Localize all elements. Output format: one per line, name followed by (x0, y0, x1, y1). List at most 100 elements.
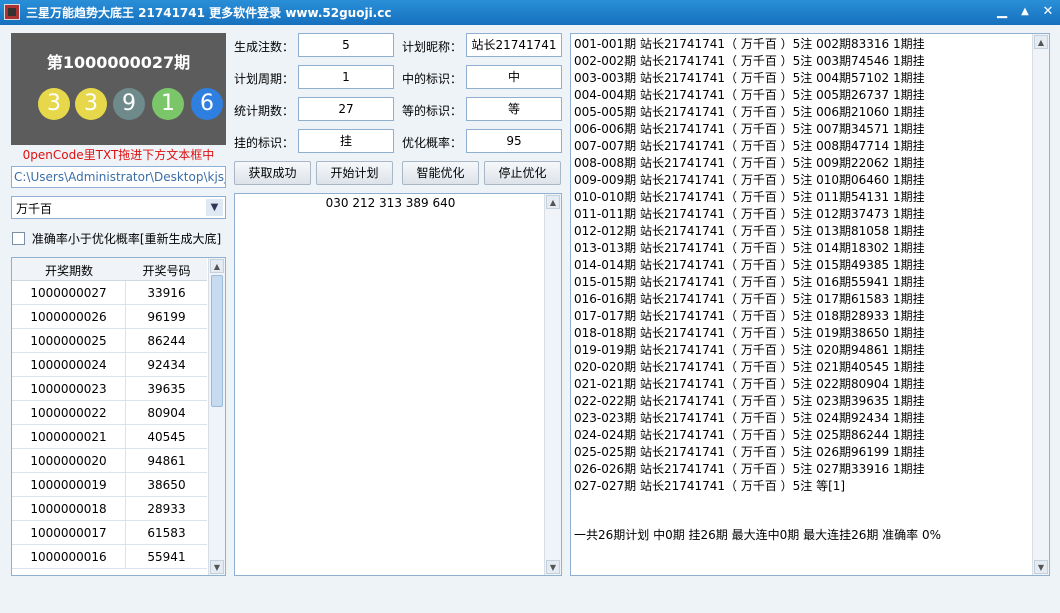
chevron-down-icon[interactable]: ▼ (206, 199, 223, 216)
draw-ball: 3 (38, 88, 70, 120)
row-number: 28933 (147, 502, 186, 516)
close-button[interactable]: ✕ (1039, 3, 1057, 21)
hit-mark-input[interactable]: 中 (466, 65, 562, 89)
plan-line: 004-004期 站长21741741（ 万千百 ）5注 005期26737 1… (574, 88, 925, 102)
plan-line: 018-018期 站长21741741（ 万千百 ）5注 019期38650 1… (574, 326, 925, 340)
row-period: 1000000017 (12, 521, 126, 545)
row-number: 33916 (147, 286, 186, 300)
miss-mark-input[interactable]: 挂 (298, 129, 394, 153)
plan-line: 019-019期 站长21741741（ 万千百 ）5注 020期94861 1… (574, 343, 925, 357)
plan-line: 005-005期 站长21741741（ 万千百 ）5注 006期21060 1… (574, 105, 925, 119)
stop-optimize-button[interactable]: 停止优化 (484, 161, 561, 185)
row-number: 40545 (147, 430, 186, 444)
row-period: 1000000026 (12, 305, 126, 329)
textarea-scrollbar[interactable]: ▲ ▼ (544, 194, 561, 575)
plan-line: 020-020期 站长21741741（ 万千百 ）5注 021期40545 1… (574, 360, 925, 374)
row-period: 1000000024 (12, 353, 126, 377)
row-period: 1000000027 (12, 281, 126, 305)
plan-line: 002-002期 站长21741741（ 万千百 ）5注 003期74546 1… (574, 54, 925, 68)
plan-line: 001-001期 站长21741741（ 万千百 ）5注 002期83316 1… (574, 37, 925, 51)
table-row[interactable]: 1000000026 96199 (12, 305, 207, 329)
plan-cycle-label: 计划周期： (234, 72, 295, 86)
table-row[interactable]: 1000000025 86244 (12, 329, 207, 353)
plan-line: 025-025期 站长21741741（ 万千百 ）5注 026期96199 1… (574, 445, 925, 459)
plan-cycle-input[interactable]: 1 (298, 65, 394, 89)
plan-line: 009-009期 站长21741741（ 万千百 ）5注 010期06460 1… (574, 173, 925, 187)
row-number: 92434 (147, 358, 186, 372)
table-row[interactable]: 1000000020 94861 (12, 449, 207, 473)
row-number: 86244 (147, 334, 186, 348)
gen-count-input[interactable]: 5 (298, 33, 394, 57)
plan-line: 014-014期 站长21741741（ 万千百 ）5注 015期49385 1… (574, 258, 925, 272)
column-header-period[interactable]: 开奖期数 (12, 262, 126, 279)
row-period: 1000000019 (12, 473, 126, 497)
draw-ball: 3 (75, 88, 107, 120)
scroll-down-icon[interactable]: ▼ (210, 560, 224, 574)
plan-line: 003-003期 站长21741741（ 万千百 ）5注 004期57102 1… (574, 71, 925, 85)
smart-optimize-button[interactable]: 智能优化 (402, 161, 479, 185)
start-plan-button[interactable]: 开始计划 (316, 161, 393, 185)
table-row[interactable]: 1000000016 55941 (12, 545, 207, 569)
row-number: 55941 (147, 550, 186, 564)
row-period: 1000000023 (12, 377, 126, 401)
title-bar: 三星万能趋势大底王 21741741 更多软件登录 www.52guoji.cc… (0, 0, 1060, 25)
file-path-field[interactable]: C:\Users\Administrator\Desktop\kjsj (11, 166, 226, 188)
minimize-button[interactable]: ▁ (993, 3, 1011, 21)
plan-results-textarea[interactable]: 001-001期 站长21741741（ 万千百 ）5注 002期83316 1… (570, 33, 1050, 576)
plan-line: 027-027期 站长21741741（ 万千百 ）5注 等[1] (574, 479, 846, 493)
scroll-up-icon[interactable]: ▲ (1034, 35, 1048, 49)
table-row[interactable]: 1000000023 39635 (12, 377, 207, 401)
opt-prob-input[interactable]: 95 (466, 129, 562, 153)
results-scrollbar[interactable]: ▲ ▼ (1032, 34, 1049, 575)
draw-ball: 9 (113, 88, 145, 120)
column-header-number[interactable]: 开奖号码 (126, 262, 207, 279)
gen-count-label: 生成注数： (234, 40, 295, 54)
stat-periods-input[interactable]: 27 (298, 97, 394, 121)
wait-mark-label: 等的标识： (402, 104, 463, 118)
row-number: 38650 (147, 478, 186, 492)
plan-name-input[interactable]: 站长21741741 (466, 33, 562, 57)
plan-name-label: 计划昵称： (402, 40, 463, 54)
opt-prob-label: 优化概率： (402, 136, 463, 150)
position-select-value: 万千百 (16, 202, 53, 216)
accuracy-checkbox-row[interactable]: 准确率小于优化概率[重新生成大底] (12, 230, 221, 247)
maximize-button[interactable]: ▲ (1016, 3, 1034, 21)
table-header: 开奖期数 开奖号码 (12, 258, 207, 281)
row-period: 1000000025 (12, 329, 126, 353)
accuracy-checkbox[interactable] (12, 232, 25, 245)
position-select[interactable]: 万千百 ▼ (11, 196, 226, 219)
row-period: 1000000021 (12, 425, 126, 449)
table-row[interactable]: 1000000027 33916 (12, 281, 207, 305)
table-row[interactable]: 1000000022 80904 (12, 401, 207, 425)
table-scrollbar[interactable]: ▲ ▼ (208, 258, 225, 575)
wait-mark-input[interactable]: 等 (466, 97, 562, 121)
scroll-thumb[interactable] (211, 275, 223, 407)
latest-draw-panel: 第1000000027期 3 3 9 1 6 (11, 33, 226, 145)
scroll-down-icon[interactable]: ▼ (1034, 560, 1048, 574)
table-row[interactable]: 1000000017 61583 (12, 521, 207, 545)
generated-numbers-textarea[interactable]: 030 212 313 389 640 ▲ ▼ (234, 193, 562, 576)
row-period: 1000000020 (12, 449, 126, 473)
plan-line: 022-022期 站长21741741（ 万千百 ）5注 023期39635 1… (574, 394, 925, 408)
scroll-up-icon[interactable]: ▲ (210, 259, 224, 273)
plan-line: 008-008期 站长21741741（ 万千百 ）5注 009期22062 1… (574, 156, 925, 170)
plan-lines: 001-001期 站长21741741（ 万千百 ）5注 002期83316 1… (574, 36, 1029, 495)
history-table: 开奖期数 开奖号码 1000000027 33916 1000000026 96199… (11, 257, 226, 576)
fetch-button[interactable]: 获取成功 (234, 161, 311, 185)
table-row[interactable]: 1000000019 38650 (12, 473, 207, 497)
table-row[interactable]: 1000000018 28933 (12, 497, 207, 521)
plan-line: 024-024期 站长21741741（ 万千百 ）5注 025期86244 1… (574, 428, 925, 442)
drag-hint: 0penCode里TXT拖进下方文本框中 (22, 148, 215, 162)
window-title: 三星万能趋势大底王 21741741 更多软件登录 www.52guoji.cc (26, 6, 392, 20)
table-row[interactable]: 1000000021 40545 (12, 425, 207, 449)
plan-summary: 一共26期计划 中0期 挂26期 最大连中0期 最大连挂26期 准确率 0% (574, 528, 942, 542)
plan-line: 006-006期 站长21741741（ 万千百 ）5注 007期34571 1… (574, 122, 925, 136)
plan-line: 015-015期 站长21741741（ 万千百 ）5注 016期55941 1… (574, 275, 925, 289)
table-row[interactable]: 1000000024 92434 (12, 353, 207, 377)
row-number: 39635 (147, 382, 186, 396)
miss-mark-label: 挂的标识： (234, 136, 295, 150)
scroll-down-icon[interactable]: ▼ (546, 560, 560, 574)
hit-mark-label: 中的标识： (402, 72, 463, 86)
scroll-up-icon[interactable]: ▲ (546, 195, 560, 209)
accuracy-checkbox-label: 准确率小于优化概率[重新生成大底] (31, 232, 222, 246)
